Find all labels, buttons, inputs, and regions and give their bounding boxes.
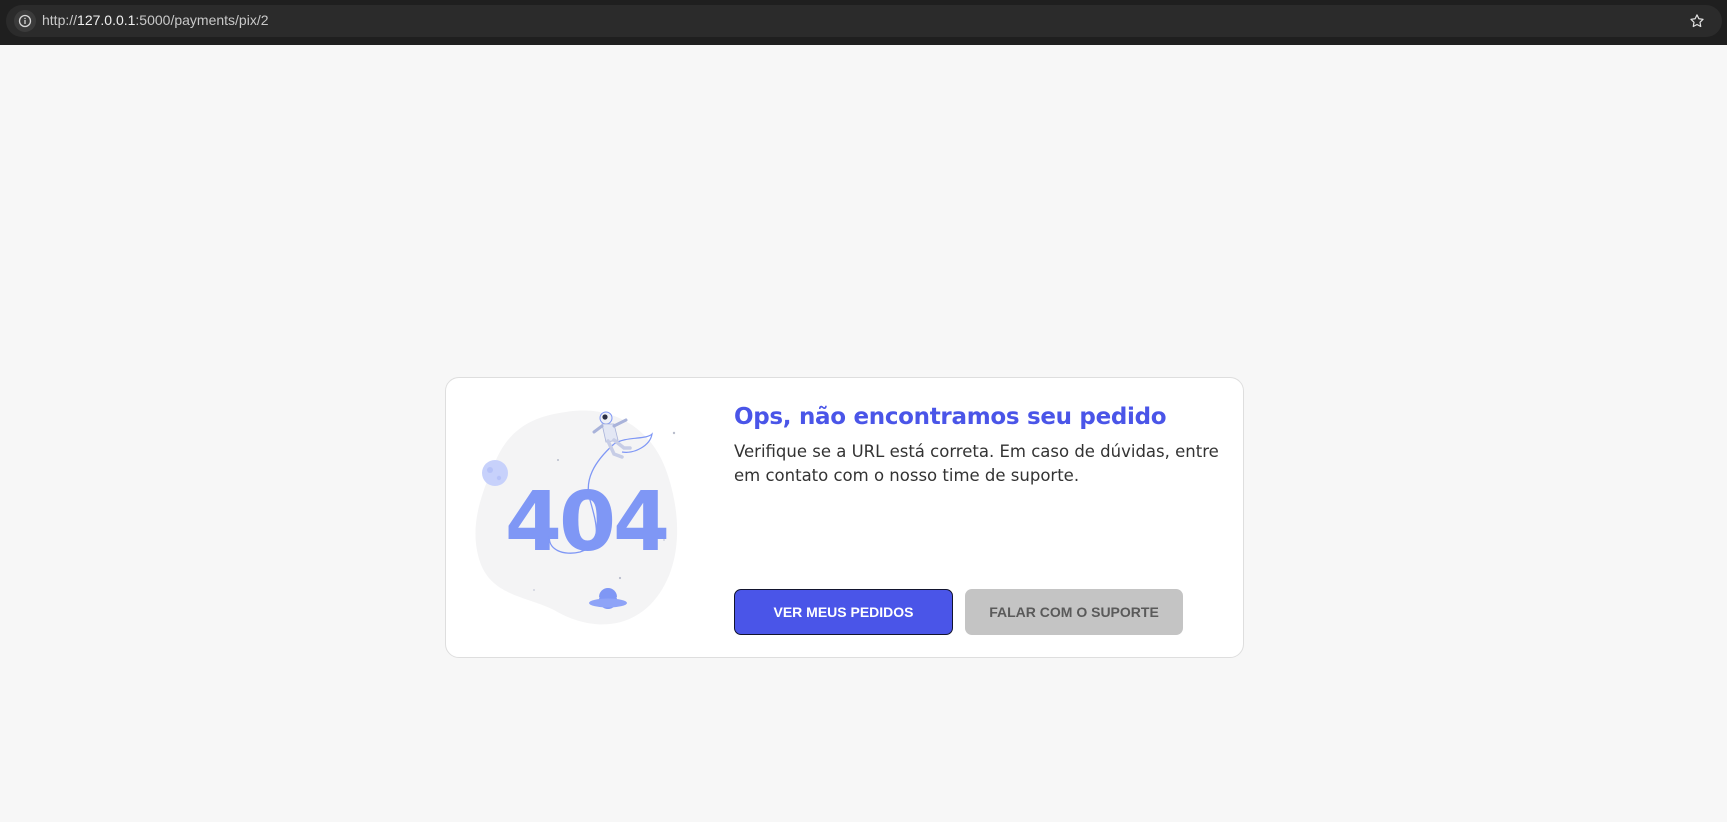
contact-support-button[interactable]: FALAR COM O SUPORTE	[965, 589, 1183, 635]
info-icon[interactable]	[14, 10, 36, 32]
error-content: Ops, não encontramos seu pedido Verifiqu…	[734, 404, 1224, 488]
star-icon[interactable]	[1686, 10, 1708, 32]
error-card: 404 Ops, não encontramos seu pedido Veri	[445, 377, 1244, 658]
error-code: 404	[505, 475, 667, 570]
url-scheme: http://	[42, 12, 78, 28]
url-text[interactable]: http://127.0.0.1:5000/payments/pix/2	[42, 12, 269, 28]
browser-toolbar: http://127.0.0.1:5000/payments/pix/2	[0, 0, 1727, 45]
url-path: :5000/payments/pix/2	[135, 12, 269, 28]
error-title: Ops, não encontramos seu pedido	[734, 404, 1167, 430]
view-orders-button[interactable]: VER MEUS PEDIDOS	[734, 589, 953, 635]
url-host: 127.0.0.1	[77, 12, 136, 28]
astronaut-404-illustration: 404	[475, 410, 678, 625]
address-bar[interactable]: http://127.0.0.1:5000/payments/pix/2	[6, 5, 1722, 37]
error-description: Verifique se a URL está correta. Em caso…	[734, 442, 1219, 485]
